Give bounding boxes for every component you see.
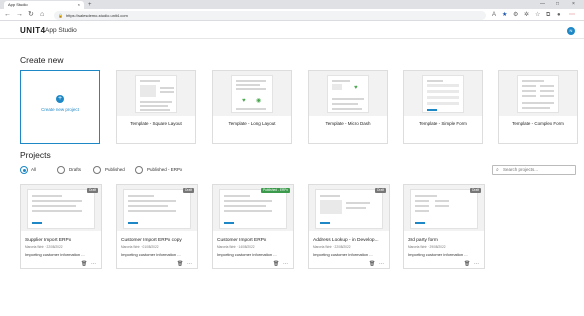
- status-badge: Draft: [470, 188, 481, 193]
- url-text: https://salesdemo-studio.unit4.com: [66, 12, 128, 18]
- menu-icon[interactable]: ⋯: [569, 10, 575, 20]
- status-badge: Draft: [375, 188, 386, 193]
- project-meta: Marcela Weir · 22/08/2022: [313, 245, 351, 249]
- browser-tabstrip: App Studio × + — □ ×: [0, 0, 584, 9]
- more-icon[interactable]: ⋯: [187, 261, 192, 267]
- filter-radio-drafts[interactable]: [57, 166, 65, 174]
- project-meta: Marcela Weir · 29/08/2022: [408, 245, 446, 249]
- filter-radio-published[interactable]: [93, 166, 101, 174]
- project-thumbnail: Draft: [309, 185, 389, 231]
- project-thumbnail: Draft: [404, 185, 484, 231]
- settings-icon[interactable]: ✲: [524, 10, 529, 20]
- profile-icon[interactable]: ●: [557, 10, 561, 20]
- template-label: Template - Simple Form: [419, 121, 467, 126]
- trash-icon[interactable]: 🗑: [369, 261, 375, 267]
- template-label: Template - Long Layout: [228, 121, 276, 126]
- template-thumbnail: [404, 71, 482, 116]
- create-new-heading: Create new: [20, 55, 64, 65]
- new-tab-button[interactable]: +: [88, 1, 92, 9]
- template-card-square-layout[interactable]: Template - Square Layout: [116, 70, 196, 144]
- trash-icon[interactable]: 🗑: [81, 261, 87, 267]
- template-thumbnail: [499, 71, 577, 116]
- project-name: Supplier Import ERPx: [25, 238, 72, 243]
- browser-tab[interactable]: App Studio ×: [4, 1, 84, 9]
- project-name: Address Lookup - in Develop...: [313, 238, 379, 243]
- project-meta: Marcela Weir · 22/08/2022: [25, 245, 63, 249]
- trash-icon[interactable]: 🗑: [273, 261, 279, 267]
- project-description: Importing customer information ...: [408, 252, 468, 257]
- project-name: Customer Import ERPx copy: [121, 238, 182, 243]
- back-icon[interactable]: ←: [4, 10, 11, 20]
- project-thumbnail: Draft: [117, 185, 197, 231]
- project-thumbnail: Published - ERPx: [213, 185, 293, 231]
- collections-icon[interactable]: ⧉: [546, 10, 550, 20]
- template-thumbnail: ♥: [309, 71, 387, 116]
- create-new-label: Create new project: [41, 107, 79, 112]
- project-name: 3rd party form: [408, 238, 438, 243]
- template-card-simple-form[interactable]: Template - Simple Form: [403, 70, 483, 144]
- status-badge: Draft: [87, 188, 98, 193]
- avatar[interactable]: N: [567, 27, 575, 35]
- more-icon[interactable]: ⋯: [379, 261, 384, 267]
- project-card[interactable]: Draft 3rd party form Marcela Weir · 29/0…: [403, 184, 485, 269]
- project-card[interactable]: Draft Customer Import ERPx copy Marcela …: [116, 184, 198, 269]
- app-header: UNIT4 App Studio N: [0, 22, 584, 39]
- more-icon[interactable]: ⋯: [283, 261, 288, 267]
- filter-radio-published-erpx[interactable]: [135, 166, 143, 174]
- more-icon[interactable]: ⋯: [91, 261, 96, 267]
- app-name: App Studio: [45, 27, 77, 34]
- project-description: Importing customer information ...: [121, 252, 181, 257]
- lock-icon: 🔒: [58, 12, 63, 18]
- maximize-icon[interactable]: □: [556, 0, 559, 9]
- plus-icon: +: [56, 95, 64, 103]
- browser-toolbar: ← → ↻ ⌂ 🔒 https://salesdemo-studio.unit4…: [0, 9, 584, 21]
- filter-label-published-erpx[interactable]: Published - ERPx: [147, 167, 182, 173]
- project-description: Importing customer information ...: [217, 252, 277, 257]
- template-label: Template - Micro Dash: [325, 121, 371, 126]
- template-card-long-layout[interactable]: ♥ ◉ Template - Long Layout: [212, 70, 292, 144]
- search-icon: ⌕: [496, 167, 499, 173]
- project-meta: Marcela Weir · 14/08/2022: [217, 245, 255, 249]
- close-window-icon[interactable]: ×: [572, 0, 575, 9]
- minimize-icon[interactable]: —: [540, 0, 545, 9]
- favorite-star-icon[interactable]: ★: [502, 10, 507, 20]
- project-card[interactable]: Published - ERPx Customer Import ERPx Ma…: [212, 184, 294, 269]
- favorites-icon[interactable]: ☆: [535, 10, 540, 20]
- reload-icon[interactable]: ↻: [28, 10, 34, 20]
- tab-close-icon[interactable]: ×: [78, 1, 80, 9]
- template-label: Template - Complex Form: [512, 121, 564, 126]
- template-thumbnail: ♥ ◉: [213, 71, 291, 116]
- status-badge: Published - ERPx: [261, 188, 290, 193]
- project-name: Customer Import ERPx: [217, 238, 267, 243]
- filter-label-published[interactable]: Published: [105, 167, 125, 173]
- create-new-project-card[interactable]: + Create new project: [20, 70, 100, 144]
- unit4-logo[interactable]: UNIT4: [20, 25, 46, 36]
- project-card[interactable]: Draft Address Lookup - in Develop... Mar…: [308, 184, 390, 269]
- project-description: Importing customer information ...: [313, 252, 373, 257]
- project-meta: Marcela Weir · 01/08/2022: [121, 245, 159, 249]
- address-bar[interactable]: 🔒 https://salesdemo-studio.unit4.com: [54, 10, 486, 20]
- status-badge: Draft: [183, 188, 194, 193]
- filter-label-drafts[interactable]: Drafts: [69, 167, 81, 173]
- project-description: Importing customer information ...: [25, 252, 85, 257]
- forward-icon[interactable]: →: [16, 10, 23, 20]
- tab-title: App Studio: [8, 2, 28, 7]
- projects-heading: Projects: [20, 150, 51, 160]
- filter-label-all[interactable]: All: [31, 167, 36, 173]
- trash-icon[interactable]: 🗑: [177, 261, 183, 267]
- home-icon[interactable]: ⌂: [40, 10, 44, 20]
- template-thumbnail: [117, 71, 195, 116]
- template-card-micro-dash[interactable]: ♥ Template - Micro Dash: [308, 70, 388, 144]
- project-thumbnail: Draft: [21, 185, 101, 231]
- project-card[interactable]: Draft Supplier Import ERPx Marcela Weir …: [20, 184, 102, 269]
- search-projects-box[interactable]: ⌕: [492, 165, 576, 175]
- template-card-complex-form[interactable]: Template - Complex Form: [498, 70, 578, 144]
- template-label: Template - Square Layout: [130, 121, 182, 126]
- filter-radio-all[interactable]: [20, 166, 28, 174]
- extensions-icon[interactable]: ⚙: [513, 10, 518, 20]
- read-aloud-icon[interactable]: A: [492, 10, 496, 20]
- search-input[interactable]: [503, 167, 573, 172]
- more-icon[interactable]: ⋯: [474, 261, 479, 267]
- trash-icon[interactable]: 🗑: [464, 261, 470, 267]
